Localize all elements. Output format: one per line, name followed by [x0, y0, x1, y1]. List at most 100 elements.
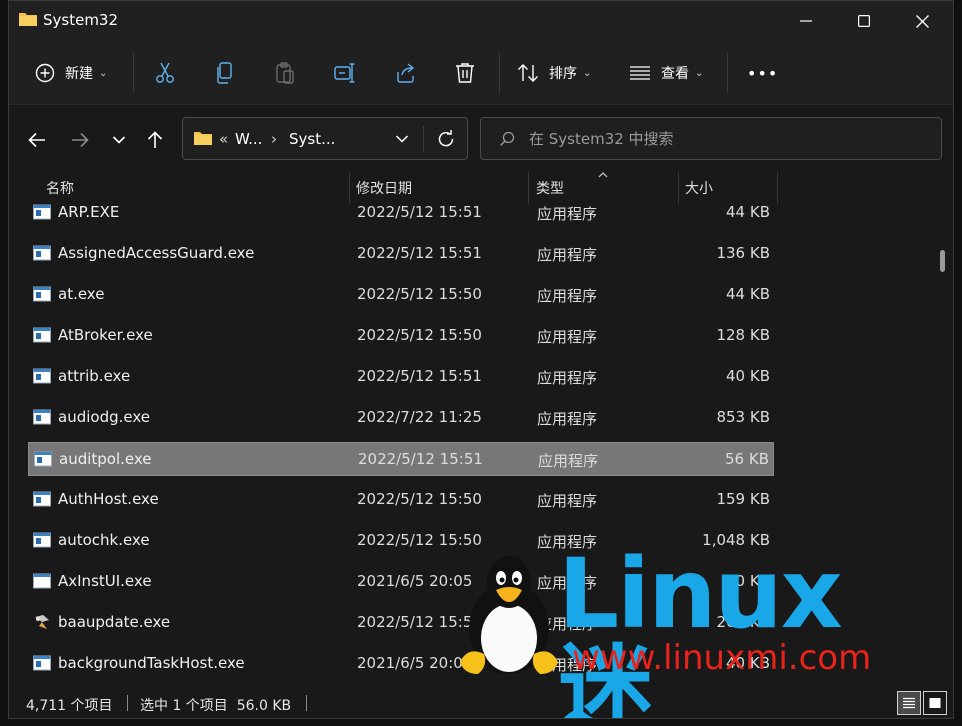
- cut-button[interactable]: [155, 51, 175, 95]
- file-size: 80 KB: [726, 572, 770, 590]
- large-icons-view-icon: [929, 698, 941, 708]
- exe-window-icon: [33, 204, 51, 220]
- up-button[interactable]: [139, 124, 171, 156]
- exe-window-icon: [33, 532, 51, 548]
- search-box[interactable]: [480, 117, 942, 160]
- navigation-bar: « W... › Syst...: [9, 106, 953, 172]
- file-row[interactable]: autochk.exe 2022/5/12 15:50 应用程序 1,048 KB: [28, 524, 774, 558]
- close-button[interactable]: [893, 1, 951, 41]
- file-size: 40 KB: [726, 654, 770, 672]
- sort-ascending-caret-icon: [598, 172, 608, 178]
- vertical-scrollbar-thumb[interactable]: [940, 250, 945, 272]
- toolbar-divider: [133, 53, 134, 93]
- file-modified-date: 2022/5/12 15:51: [357, 613, 482, 631]
- view-label: 查看: [661, 66, 689, 82]
- file-type: 应用程序: [537, 205, 598, 223]
- minimize-icon: [800, 20, 812, 22]
- clipboard-icon: [276, 62, 294, 84]
- trash-icon: [456, 63, 474, 83]
- file-size: 853 KB: [716, 408, 770, 426]
- exe-window-icon: [34, 451, 52, 467]
- selection-summary: 选中 1 个项目 56.0 KB: [140, 698, 292, 714]
- file-row[interactable]: attrib.exe 2022/5/12 15:51 应用程序 40 KB: [28, 360, 774, 394]
- breadcrumb-separator: ›: [271, 130, 277, 148]
- share-icon: [397, 63, 415, 83]
- details-view-button[interactable]: [897, 691, 921, 715]
- file-row[interactable]: AtBroker.exe 2022/5/12 15:50 应用程序 128 KB: [28, 319, 774, 353]
- share-button[interactable]: [395, 51, 417, 95]
- file-name: AtBroker.exe: [58, 326, 153, 344]
- file-type: 应用程序: [537, 574, 598, 592]
- file-type: 应用程序: [538, 452, 599, 470]
- exe-plain-window-icon: [33, 573, 51, 589]
- file-size: 40 KB: [726, 367, 770, 385]
- search-input[interactable]: [529, 128, 919, 150]
- file-name: autochk.exe: [58, 531, 150, 549]
- rename-button[interactable]: [334, 51, 356, 95]
- breadcrumb-segment-system32[interactable]: Syst...: [289, 130, 335, 148]
- title-bar[interactable]: System32: [9, 1, 953, 41]
- chevron-down-icon: ⌄: [99, 67, 108, 79]
- paste-button[interactable]: [275, 51, 295, 95]
- explorer-window: System32 新建 ⌄ 排序 ⌄ 查看 ⌄ ••• « W... › Sys…: [8, 0, 954, 719]
- address-overflow-chevrons[interactable]: «: [219, 130, 228, 148]
- file-row[interactable]: baaupdate.exe 2022/5/12 15:51 应用程序 263 KB: [28, 606, 774, 640]
- details-view-icon: [903, 697, 915, 709]
- folder-icon: [194, 132, 212, 145]
- refresh-icon[interactable]: [437, 130, 455, 148]
- file-modified-date: 2022/5/12 15:50: [357, 326, 482, 344]
- new-button[interactable]: 新建 ⌄: [35, 51, 107, 95]
- file-row[interactable]: audiodg.exe 2022/7/22 11:25 应用程序 853 KB: [28, 401, 774, 435]
- command-bar: 新建 ⌄ 排序 ⌄ 查看 ⌄ •••: [9, 41, 953, 105]
- file-name: AssignedAccessGuard.exe: [58, 244, 255, 262]
- file-type: 应用程序: [537, 492, 598, 510]
- file-modified-date: 2022/5/12 15:51: [357, 244, 482, 262]
- file-row[interactable]: AssignedAccessGuard.exe 2022/5/12 15:51 应用…: [28, 237, 774, 271]
- file-row[interactable]: backgroundTaskHost.exe 2021/6/5 20:05 应用程序…: [28, 647, 774, 681]
- file-size: 263 KB: [716, 613, 770, 631]
- file-type: 应用程序: [537, 656, 598, 674]
- large-icons-view-button[interactable]: [923, 691, 947, 715]
- forward-button[interactable]: [64, 124, 96, 156]
- column-header-name[interactable]: 名称: [46, 178, 74, 198]
- file-row[interactable]: AxInstUI.exe 2021/6/5 20:05 应用程序 80 KB: [28, 565, 774, 599]
- copy-button[interactable]: [215, 51, 235, 95]
- file-row[interactable]: AuthHost.exe 2022/5/12 15:50 应用程序 159 KB: [28, 483, 774, 517]
- file-type: 应用程序: [537, 533, 598, 551]
- exe-window-icon: [33, 368, 51, 384]
- file-name: audiodg.exe: [58, 408, 150, 426]
- new-label: 新建: [65, 66, 93, 82]
- arrow-up-icon: [147, 131, 163, 148]
- maximize-button[interactable]: [835, 1, 893, 41]
- column-header-size[interactable]: 大小: [685, 178, 713, 198]
- rename-icon: [334, 63, 355, 83]
- view-lines-icon: [630, 66, 650, 80]
- file-name: AuthHost.exe: [58, 490, 159, 508]
- back-button[interactable]: [21, 124, 53, 156]
- file-row[interactable]: at.exe 2022/5/12 15:50 应用程序 44 KB: [28, 278, 774, 312]
- status-divider: [306, 695, 307, 711]
- column-header-type[interactable]: 类型: [536, 178, 564, 198]
- exe-window-icon: [33, 409, 51, 425]
- file-row[interactable]: ARP.EXE 2022/5/12 15:51 应用程序 44 KB: [28, 198, 774, 230]
- delete-button[interactable]: [455, 51, 475, 95]
- minimize-button[interactable]: [777, 1, 835, 41]
- file-modified-date: 2022/5/12 15:50: [357, 285, 482, 303]
- search-icon: [500, 131, 515, 146]
- column-header-date[interactable]: 修改日期: [356, 178, 412, 198]
- address-history-chevron-icon[interactable]: [395, 134, 409, 144]
- more-options-button[interactable]: •••: [747, 51, 778, 95]
- address-bar[interactable]: « W... › Syst...: [182, 117, 468, 160]
- file-size: 128 KB: [716, 326, 770, 344]
- exe-window-icon: [33, 327, 51, 343]
- file-modified-date: 2022/5/12 15:50: [357, 531, 482, 549]
- breadcrumb-segment-windows[interactable]: W...: [235, 130, 262, 148]
- view-button[interactable]: 查看 ⌄: [629, 51, 703, 95]
- file-list: ARP.EXE 2022/5/12 15:51 应用程序 44 KB AssignedA…: [9, 198, 939, 685]
- recent-locations-button[interactable]: [103, 124, 135, 156]
- toolbar-divider: [499, 53, 500, 93]
- file-row[interactable]: auditpol.exe 2022/5/12 15:51 应用程序 56 KB: [28, 442, 774, 476]
- chevron-down-icon: [112, 136, 126, 144]
- file-name: ARP.EXE: [58, 203, 120, 221]
- sort-button[interactable]: 排序 ⌄: [517, 51, 591, 95]
